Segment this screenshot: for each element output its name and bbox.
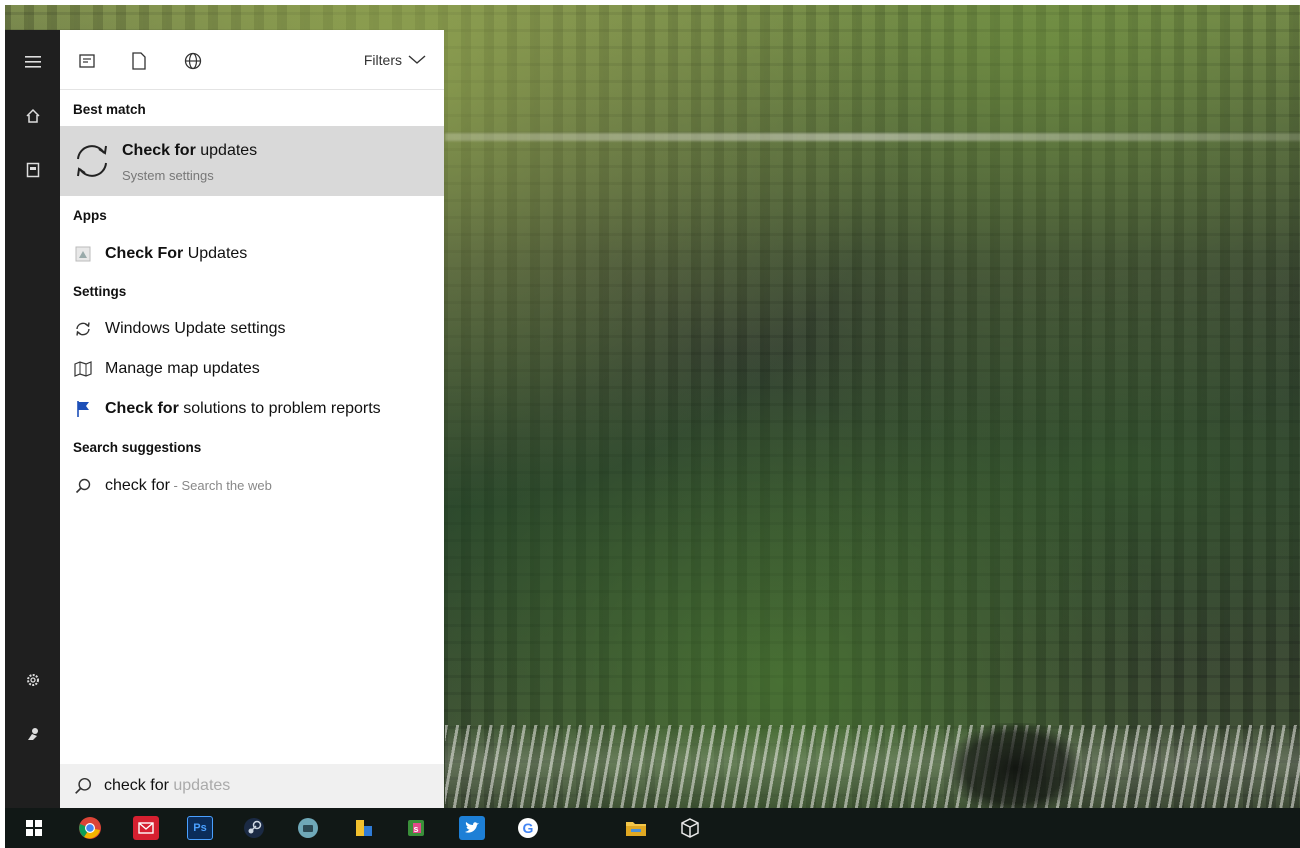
settings-gear-icon[interactable] — [5, 660, 60, 700]
wallpaper-dark-rock — [950, 723, 1080, 813]
wallpaper-cliff-edge — [445, 133, 1300, 141]
section-settings: Settings — [73, 284, 127, 299]
taskbar: Ps s G — [5, 808, 1300, 848]
filter-bar: Filters — [60, 30, 444, 90]
filters-label: Filters — [363, 52, 402, 68]
settings-result-map-updates[interactable]: Manage map updates — [60, 352, 444, 386]
search-icon — [73, 476, 93, 496]
section-best-match: Best match — [73, 102, 146, 117]
flag-icon — [73, 399, 93, 419]
best-match-title: Check for updates — [122, 142, 258, 159]
section-search-suggestions: Search suggestions — [73, 440, 202, 455]
twitter-icon[interactable] — [459, 816, 485, 840]
explorer-app-icon[interactable] — [351, 816, 377, 840]
app-result-check-for-updates[interactable]: Check For Updates — [60, 237, 444, 271]
settings-result-windows-update[interactable]: Windows Update settings — [60, 312, 444, 346]
web-filter-globe-icon[interactable] — [182, 50, 204, 72]
best-match-result[interactable]: Check for updates System settings — [60, 126, 444, 196]
search-input-text: check for updates — [104, 777, 231, 794]
search-icon — [74, 777, 92, 795]
documents-filter-icon[interactable] — [128, 50, 150, 72]
mail-icon[interactable] — [133, 816, 159, 840]
feedback-icon[interactable] — [5, 714, 60, 754]
start-left-rail — [5, 30, 60, 808]
file-explorer-icon[interactable] — [623, 816, 649, 840]
chevron-down-icon — [408, 52, 426, 68]
wallpaper-sea-foam — [445, 725, 1300, 815]
notebook-icon[interactable] — [5, 150, 60, 190]
settings-result-label: Windows Update settings — [105, 320, 286, 337]
cube-app-icon[interactable] — [677, 816, 703, 840]
suggestion-label: check for - Search the web — [105, 477, 272, 494]
search-input[interactable]: check for updates — [60, 764, 444, 808]
settings-result-label: Check for solutions to problem reports — [105, 400, 381, 417]
svg-text:s: s — [413, 824, 418, 834]
settings-result-label: Manage map updates — [105, 360, 260, 377]
photoshop-icon[interactable]: Ps — [187, 816, 213, 840]
app-round-icon[interactable] — [295, 816, 321, 840]
web-suggestion[interactable]: check for - Search the web — [60, 469, 444, 503]
hamburger-menu-icon[interactable] — [5, 42, 60, 82]
chrome-icon[interactable] — [77, 816, 103, 840]
best-match-subtitle: System settings — [122, 168, 214, 183]
map-icon — [73, 359, 93, 379]
sync-refresh-icon — [72, 139, 112, 183]
settings-result-problem-reports[interactable]: Check for solutions to problem reports — [60, 392, 444, 426]
apps-filter-icon[interactable] — [76, 50, 98, 72]
google-icon[interactable]: G — [515, 816, 541, 840]
filters-dropdown[interactable]: Filters — [364, 52, 426, 68]
windows-start-icon[interactable] — [21, 816, 47, 840]
svg-text:G: G — [523, 820, 534, 836]
app-icon — [73, 244, 93, 264]
section-apps: Apps — [73, 208, 107, 223]
stack-app-icon[interactable]: s — [403, 816, 429, 840]
home-icon[interactable] — [5, 96, 60, 136]
steam-icon[interactable] — [241, 816, 267, 840]
refresh-icon — [73, 319, 93, 339]
search-results-panel: Filters Best match Check for updates Sys… — [60, 30, 444, 808]
app-result-label: Check For Updates — [105, 245, 248, 262]
